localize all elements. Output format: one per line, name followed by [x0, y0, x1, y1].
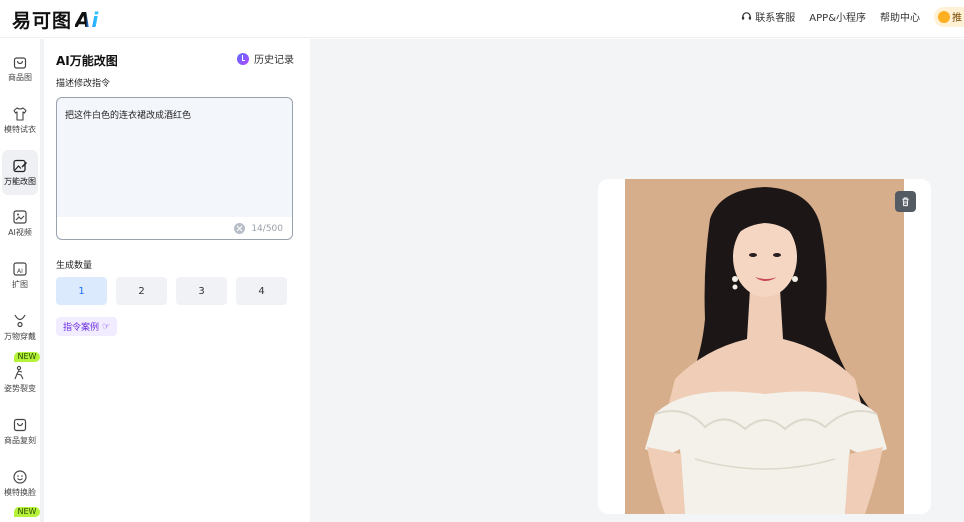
- support-label: 联系客服: [755, 13, 796, 24]
- sidebar-item-label: 商品复刻: [4, 436, 36, 445]
- help-label: 帮助中心: [880, 13, 920, 24]
- sidebar-item-expand[interactable]: AI 扩图: [0, 261, 40, 290]
- coin-icon: [938, 10, 950, 23]
- copy-product-icon: [13, 418, 27, 432]
- prompt-examples-label: 指令案例: [63, 323, 100, 333]
- svg-text:AI: AI: [17, 268, 23, 275]
- headset-icon: [742, 12, 752, 20]
- top-bar: 易可图 Ai 联系客服 APP&小程序 帮助中心 推: [0, 0, 964, 38]
- app-label: APP&小程序: [809, 13, 866, 24]
- history-label: 历史记录: [254, 55, 294, 66]
- uploaded-photo: [625, 179, 904, 514]
- sidebar-item-model-tryon[interactable]: 模特试衣: [0, 106, 40, 135]
- panel-title: AI万能改图: [56, 54, 118, 68]
- quantity-option-2[interactable]: 2: [116, 277, 167, 305]
- necklace-icon: [14, 314, 26, 328]
- quantity-label: 生成数量: [56, 261, 93, 271]
- app-link[interactable]: APP&小程序: [809, 9, 866, 24]
- preview-card: [598, 179, 931, 514]
- sidebar-item-label: AI视频: [8, 228, 32, 237]
- quantity-option-1[interactable]: 1: [56, 277, 107, 305]
- expand-icon: AI: [13, 262, 27, 276]
- prompt-examples-button[interactable]: 指令案例 ☞: [56, 317, 118, 336]
- model-photo-illustration: [625, 179, 904, 514]
- bag-icon: [13, 57, 27, 69]
- tool-sidebar: 商品图 模特试衣 万能改图 AI视频 AI 扩图 万物穿戴 NEW 姿势裂变 商…: [0, 39, 40, 522]
- prompt-box: 把这件白色的连衣裙改成酒红色 14/500: [56, 97, 293, 240]
- delete-image-button[interactable]: [895, 191, 916, 212]
- sidebar-item-label: 万物穿戴: [4, 332, 36, 341]
- char-counter: 14/500: [251, 224, 283, 234]
- new-badge: NEW: [14, 507, 40, 517]
- vip-button[interactable]: 推: [934, 6, 964, 27]
- sidebar-item-label: 模特换脸: [4, 488, 36, 497]
- sidebar-item-label: 姿势裂变: [4, 384, 36, 393]
- trash-icon: [902, 197, 909, 207]
- edit-image-icon: [13, 159, 28, 173]
- control-panel: AI万能改图 历史记录 描述修改指令 把这件白色的连衣裙改成酒红色 14/500…: [44, 39, 310, 522]
- sidebar-item-face-swap[interactable]: 模特换脸: [0, 469, 40, 498]
- pointer-hand-icon: ☞: [102, 321, 111, 332]
- face-icon: [13, 470, 27, 484]
- prompt-footer: 14/500: [57, 217, 292, 239]
- support-link[interactable]: 联系客服: [741, 9, 795, 24]
- shirt-icon: [13, 107, 27, 121]
- sidebar-item-label: 扩图: [12, 280, 28, 289]
- sidebar-item-product-replicate[interactable]: 商品复刻: [0, 417, 40, 446]
- sidebar-item-label: 万能改图: [4, 177, 36, 186]
- top-nav: 联系客服 APP&小程序 帮助中心 推: [741, 0, 964, 33]
- preview-canvas: [310, 39, 964, 522]
- pose-icon: [14, 365, 24, 380]
- quantity-option-3[interactable]: 3: [176, 277, 227, 305]
- prompt-input[interactable]: 把这件白色的连衣裙改成酒红色: [65, 110, 285, 146]
- sidebar-item-ai-edit[interactable]: 万能改图: [2, 150, 38, 195]
- logo[interactable]: 易可图 Ai: [12, 6, 99, 33]
- sidebar-item-label: 模特试衣: [4, 125, 36, 134]
- new-badge: NEW: [14, 352, 40, 362]
- video-icon: [13, 210, 27, 224]
- history-button[interactable]: 历史记录: [237, 51, 294, 66]
- sidebar-item-wear-anything[interactable]: 万物穿戴: [0, 313, 40, 342]
- help-link[interactable]: 帮助中心: [880, 9, 920, 24]
- history-icon: [237, 52, 249, 65]
- quantity-options: 1 2 3 4: [56, 277, 296, 305]
- sidebar-item-ai-video[interactable]: AI视频: [0, 209, 40, 238]
- sidebar-item-pose-variation[interactable]: 姿势裂变: [0, 365, 40, 394]
- quantity-option-4[interactable]: 4: [236, 277, 287, 305]
- logo-text: 易可图: [12, 10, 73, 32]
- logo-ai: Ai: [75, 7, 100, 32]
- prompt-label: 描述修改指令: [56, 79, 111, 89]
- vip-label: 推: [952, 13, 962, 24]
- clear-icon[interactable]: [234, 223, 245, 234]
- sidebar-item-product-image[interactable]: 商品图: [0, 54, 40, 83]
- sidebar-item-label: 商品图: [8, 73, 32, 82]
